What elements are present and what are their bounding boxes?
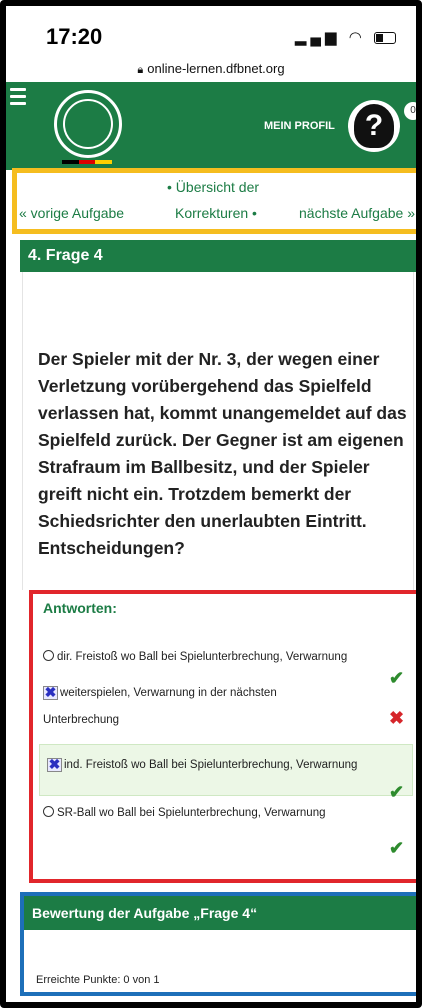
correct-check-icon: ✔	[389, 782, 405, 802]
avatar[interactable]: ?	[348, 100, 400, 152]
answer-label: ind. Freistoß wo Ball bei Spielunterbrec…	[64, 759, 358, 771]
correct-check-icon: ✔	[389, 838, 405, 858]
question-heading: 4. Frage 4	[20, 240, 416, 272]
notification-badge: 0	[404, 102, 422, 120]
answer-option[interactable]: ✖ weiterspielen, Verwarnung in der nächst…	[43, 685, 277, 700]
overview-link-line2[interactable]: Korrekturen •	[175, 205, 257, 221]
answer-option[interactable]: SR-Ball wo Ball bei Spielunterbrechung, …	[43, 806, 326, 819]
radio-unselected-icon[interactable]	[43, 650, 54, 661]
answer-label-line2: Unterbrechung	[43, 714, 120, 726]
wrong-cross-icon: ✖	[389, 708, 405, 728]
rating-panel: Bewertung der Aufgabe „Frage 4“ Erreicht…	[20, 892, 422, 996]
status-icons: ▂▄▆ ◠	[295, 28, 396, 46]
battery-icon	[374, 32, 396, 45]
question-navigation: « vorige Aufgabe • Übersicht der Korrekt…	[12, 168, 422, 234]
profile-link[interactable]: MEIN PROFIL	[264, 120, 335, 132]
question-text: Der Spieler mit der Nr. 3, der wegen ein…	[38, 349, 407, 558]
signal-icon: ▂▄▆	[294, 29, 341, 46]
answer-label: SR-Ball wo Ball bei Spielunterbrechung, …	[57, 807, 326, 819]
answers-title: Antworten:	[43, 600, 117, 616]
checked-box-icon[interactable]: ✖	[43, 685, 58, 700]
wifi-icon: ◠	[348, 29, 366, 46]
radio-unselected-icon[interactable]	[43, 806, 54, 817]
site-header: MEIN PROFIL ? 0	[6, 82, 422, 170]
dfb-logo[interactable]	[54, 90, 122, 158]
correct-check-icon: ✔	[389, 668, 405, 688]
answer-label-line1: weiterspielen, Verwarnung in der nächste…	[60, 687, 277, 699]
answer-option[interactable]: dir. Freistoß wo Ball bei Spielunterbrec…	[43, 650, 347, 663]
lock-icon: 🔒︎	[137, 64, 144, 76]
menu-icon[interactable]	[10, 88, 26, 109]
checked-box-icon[interactable]: ✖	[47, 757, 62, 772]
next-task-link[interactable]: nächste Aufgabe »	[299, 205, 415, 221]
overview-link-line1[interactable]: • Übersicht der	[167, 179, 259, 195]
rating-heading: Bewertung der Aufgabe „Frage 4“	[24, 896, 418, 930]
flag-stripes	[62, 160, 113, 164]
logo-ring	[63, 99, 113, 149]
points-achieved: Erreichte Punkte: 0 von 1	[36, 974, 160, 986]
status-time: 17:20	[46, 24, 103, 49]
answer-label: dir. Freistoß wo Ball bei Spielunterbrec…	[57, 651, 348, 663]
avatar-placeholder-icon: ?	[354, 104, 394, 148]
status-bar: 17:20 ▂▄▆ ◠ 🔒︎ online-lernen.dfbnet.org	[6, 6, 416, 76]
address-bar[interactable]: 🔒︎ online-lernen.dfbnet.org	[6, 61, 416, 77]
answers-panel: Antworten: dir. Freistoß wo Ball bei Spi…	[29, 590, 421, 883]
previous-task-link[interactable]: « vorige Aufgabe	[19, 205, 124, 221]
answer-option[interactable]: ✖ ind. Freistoß wo Ball bei Spielunterbre…	[47, 757, 358, 772]
url-text: online-lernen.dfbnet.org	[147, 61, 285, 76]
